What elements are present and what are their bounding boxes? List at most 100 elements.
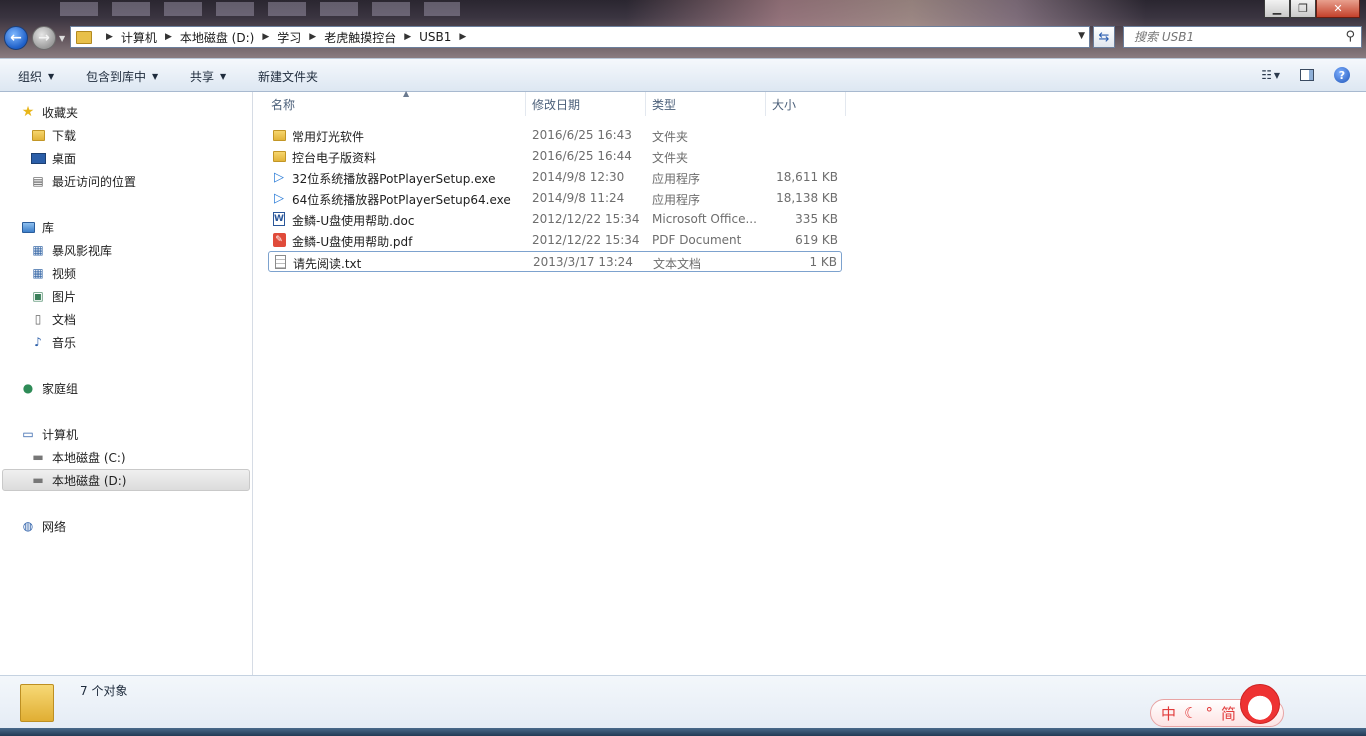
breadcrumb-computer[interactable]: 计算机 [121, 29, 157, 46]
file-type: 文本文档 [653, 257, 702, 271]
exe-icon: ▷ [274, 190, 284, 206]
maximize-button[interactable]: ❐ [1290, 0, 1316, 18]
refresh-button[interactable]: ⇆ [1093, 26, 1115, 48]
nav-pictures[interactable]: ▣ 图片 [30, 286, 76, 306]
include-library-label: 包含到库中 [86, 70, 147, 84]
chevron-right-icon[interactable]: ▶ [262, 32, 269, 42]
search-input[interactable] [1132, 29, 1336, 45]
nav-music[interactable]: ♪ 音乐 [30, 332, 76, 352]
file-row[interactable]: ▷ 32位系统播放器PotPlayerSetup.exe 2014/9/8 12… [268, 167, 842, 188]
caret-down-icon: ▼ [48, 72, 55, 81]
nav-downloads[interactable]: 下载 [30, 125, 76, 145]
pdf-icon: ✎ [272, 233, 286, 247]
breadcrumb-study[interactable]: 学习 [277, 29, 301, 46]
file-date: 2014/9/8 12:30 [532, 170, 625, 184]
sort-up-icon: ▲ [403, 89, 410, 98]
column-header-modified[interactable]: 修改日期 [526, 92, 646, 116]
preview-pane-icon[interactable] [1300, 69, 1314, 81]
organize-button[interactable]: 组织 ▼ [18, 68, 54, 85]
picture-icon: ▣ [32, 289, 44, 303]
address-dropdown-icon[interactable]: ▼ [1078, 31, 1085, 41]
recent-places-icon: ▤ [32, 174, 44, 188]
minimize-button[interactable]: ▁ [1264, 0, 1290, 18]
ime-mascot-icon[interactable] [1240, 684, 1280, 724]
back-button[interactable]: ← [4, 26, 28, 50]
drive-icon: ▬ [32, 473, 44, 487]
nav-label: 本地磁盘 (D:) [52, 473, 127, 488]
new-folder-button[interactable]: 新建文件夹 [258, 68, 318, 85]
nav-network[interactable]: ◍ 网络 [20, 516, 66, 536]
nav-homegroup[interactable]: ● 家庭组 [20, 378, 78, 398]
desktop-wallpaper-glimpse [626, 0, 1146, 26]
file-date: 2012/12/22 15:34 [532, 212, 640, 226]
nav-documents[interactable]: ▯ 文档 [30, 309, 76, 329]
computer-icon: ▭ [22, 427, 34, 441]
nav-drive-c[interactable]: ▬ 本地磁盘 (C:) [30, 447, 126, 467]
nav-label: 本地磁盘 (C:) [52, 450, 126, 465]
arrow-left-icon: ← [10, 30, 22, 46]
file-date: 2014/9/8 11:24 [532, 191, 625, 205]
chevron-right-icon[interactable]: ▶ [459, 32, 466, 42]
file-type: Microsoft Office... [652, 212, 757, 226]
address-bar[interactable]: ▶ 计算机 ▶ 本地磁盘 (D:) ▶ 学习 ▶ 老虎触摸控台 ▶ USB1 ▶… [70, 26, 1090, 48]
caret-down-icon: ▼ [152, 72, 159, 81]
share-button[interactable]: 共享 ▼ [190, 68, 226, 85]
nav-videos[interactable]: ▦ 视频 [30, 263, 76, 283]
window-controls: ▁ ❐ ✕ [1264, 0, 1360, 18]
file-type: 文件夹 [652, 151, 689, 165]
column-header-type[interactable]: 类型 [646, 92, 766, 116]
nav-desktop[interactable]: 桌面 [30, 148, 76, 168]
caret-down-icon[interactable]: ▼ [1274, 71, 1280, 80]
file-row[interactable]: W 金鳞-U盘使用帮助.doc 2012/12/22 15:34 Microso… [268, 209, 842, 230]
breadcrumb-tiger-console[interactable]: 老虎触摸控台 [324, 29, 396, 46]
file-row[interactable]: 常用灯光软件 2016/6/25 16:43 文件夹 [268, 125, 842, 146]
nav-label: 最近访问的位置 [52, 174, 137, 189]
recent-pages-dropdown[interactable]: ▼ [59, 34, 65, 43]
item-count: 7 个对象 [80, 684, 128, 698]
nav-drive-d[interactable]: ▬ 本地磁盘 (D:) [2, 469, 250, 491]
file-row[interactable]: 请先阅读.txt 2013/3/17 13:24 文本文档 1 KB [268, 251, 842, 272]
include-in-library-button[interactable]: 包含到库中 ▼ [86, 68, 158, 85]
breadcrumb-drive-d[interactable]: 本地磁盘 (D:) [180, 29, 254, 46]
help-icon[interactable]: ? [1334, 67, 1350, 83]
file-type: 应用程序 [652, 193, 701, 207]
nav-label: 音乐 [52, 335, 77, 350]
forward-button[interactable]: → [32, 26, 56, 50]
caret-down-icon: ▼ [220, 72, 227, 81]
ime-punctuation[interactable]: ° [1205, 704, 1213, 722]
search-icon[interactable]: ⚲ [1345, 29, 1355, 44]
breadcrumb-usb1[interactable]: USB1 [419, 30, 451, 44]
system-drive-icon: ▬ [32, 450, 44, 464]
search-box[interactable]: ⚲ [1123, 26, 1362, 48]
chevron-right-icon[interactable]: ▶ [106, 32, 113, 42]
folder-icon [20, 684, 54, 722]
file-row[interactable]: ✎ 金鳞-U盘使用帮助.pdf 2012/12/22 15:34 PDF Doc… [268, 230, 842, 251]
homegroup-icon: ● [22, 381, 34, 395]
new-folder-label: 新建文件夹 [258, 70, 319, 84]
file-list: ▲ 名称 修改日期 类型 大小 常用灯光软件 2016/6/25 16:43 文… [253, 89, 1366, 675]
nav-libraries[interactable]: 库 [20, 217, 54, 237]
moon-icon[interactable]: ☾ [1184, 704, 1197, 722]
close-button[interactable]: ✕ [1316, 0, 1360, 18]
nav-label: 库 [42, 220, 55, 235]
nav-storm-library[interactable]: ▦ 暴风影视库 [30, 240, 112, 260]
view-options-icon[interactable]: ☷ [1261, 68, 1272, 82]
file-row[interactable]: ▷ 64位系统播放器PotPlayerSetup64.exe 2014/9/8 … [268, 188, 842, 209]
nav-recent-places[interactable]: ▤ 最近访问的位置 [30, 171, 136, 191]
chevron-right-icon[interactable]: ▶ [165, 32, 172, 42]
nav-favorites[interactable]: ★ 收藏夹 [20, 102, 78, 122]
ime-chinese-mode[interactable]: 中 [1161, 703, 1176, 724]
nav-label: 网络 [42, 519, 67, 534]
file-size: 619 KB [795, 233, 838, 247]
network-icon: ◍ [22, 519, 34, 533]
chevron-right-icon[interactable]: ▶ [404, 32, 411, 42]
nav-computer[interactable]: ▭ 计算机 [20, 424, 78, 444]
file-size: 1 KB [809, 255, 837, 269]
column-header-size[interactable]: 大小 [766, 92, 846, 116]
file-name: 64位系统播放器PotPlayerSetup64.exe [292, 193, 511, 207]
column-header-name[interactable]: ▲ 名称 [265, 89, 526, 116]
chevron-right-icon[interactable]: ▶ [309, 32, 316, 42]
file-row[interactable]: 控台电子版资料 2016/6/25 16:44 文件夹 [268, 146, 842, 167]
file-type: 应用程序 [652, 172, 701, 186]
ime-simplified[interactable]: 简 [1221, 703, 1236, 724]
